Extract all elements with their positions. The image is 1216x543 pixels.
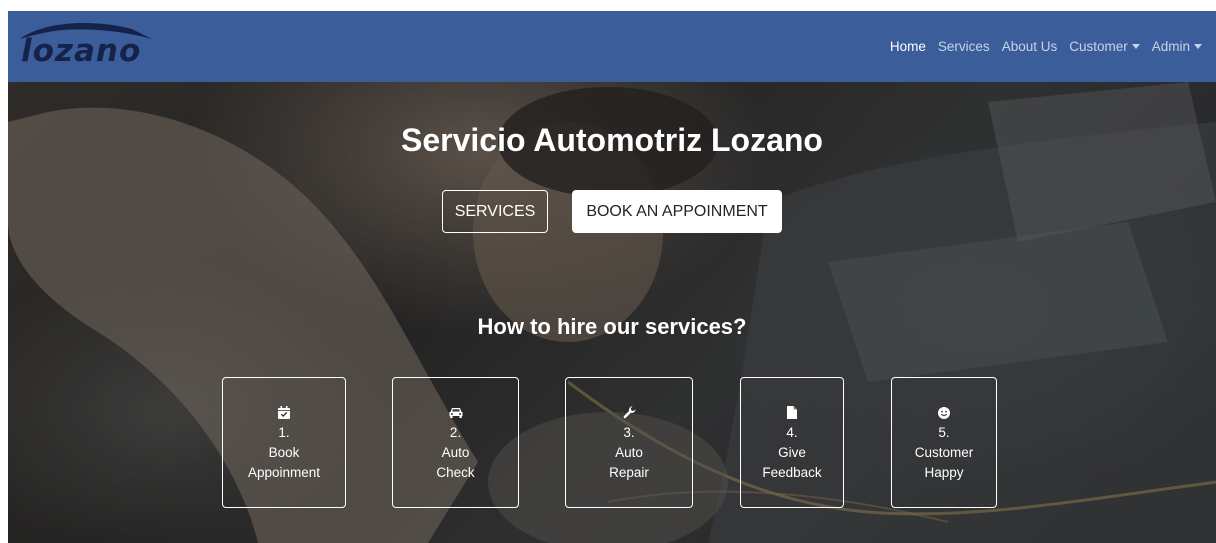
step-card-auto-check[interactable]: 2. Auto Check [392,377,519,508]
wrench-icon [623,403,636,423]
step-card-book-appoinment[interactable]: 1. Book Appoinment [222,377,346,508]
step-line-2: Appoinment [247,464,321,480]
brand-name: lozano [21,33,142,69]
step-line-1: Auto [441,444,470,460]
services-button[interactable]: SERVICES [442,190,548,233]
step-line-1: Auto [615,444,643,460]
navbar: lozano Home Services About Us Customer A… [8,11,1216,82]
hero-title: Servicio Automotriz Lozano [401,122,823,158]
page-frame: lozano Home Services About Us Customer A… [8,11,1216,543]
brand-logo[interactable]: lozano [14,11,154,82]
hero-buttons: SERVICES BOOK AN APPOINMENT [8,190,1216,233]
nav-admin-dropdown[interactable]: Admin [1146,39,1208,54]
step-line-1: Book [268,444,300,460]
step-number: 3. [623,424,635,440]
caret-down-icon [1194,44,1202,49]
step-line-1: Customer [914,444,974,460]
step-line-1: Give [778,444,806,460]
smile-icon [938,403,950,423]
calendar-check-icon [278,403,290,423]
step-line-2: Happy [924,464,964,480]
nav-home-link[interactable]: Home [884,39,932,54]
nav-customer-dropdown[interactable]: Customer [1063,39,1146,54]
step-number: 1. [278,424,290,440]
step-line-2: Repair [609,464,649,480]
step-card-customer-happy[interactable]: 5. Customer Happy [891,377,997,508]
nav-home-label: Home [889,39,926,54]
how-to-hire-heading: How to hire our services? [477,314,747,339]
car-icon [449,403,463,423]
nav-links: Home Services About Us Customer Admin [884,39,1208,54]
nav-admin-label: Admin [1151,39,1190,54]
step-card-auto-repair[interactable]: 3. Auto Repair [565,377,693,508]
nav-customer-label: Customer [1069,39,1128,54]
step-number: 4. [786,424,798,440]
nav-services-label: Services [937,39,990,54]
nav-about-label: About Us [1001,39,1058,54]
step-card-give-feedback[interactable]: 4. Give Feedback [740,377,844,508]
step-number: 5. [938,424,950,440]
caret-down-icon [1131,44,1140,49]
file-icon [787,403,797,423]
book-appointment-button[interactable]: BOOK AN APPOINMENT [572,190,782,233]
nav-about-link[interactable]: About Us [996,39,1064,54]
step-number: 2. [449,424,462,440]
step-line-2: Feedback [762,464,822,480]
nav-services-link[interactable]: Services [932,39,996,54]
step-line-2: Check [436,464,475,480]
hero-section: Servicio Automotriz Lozano SERVICES BOOK… [8,82,1216,543]
